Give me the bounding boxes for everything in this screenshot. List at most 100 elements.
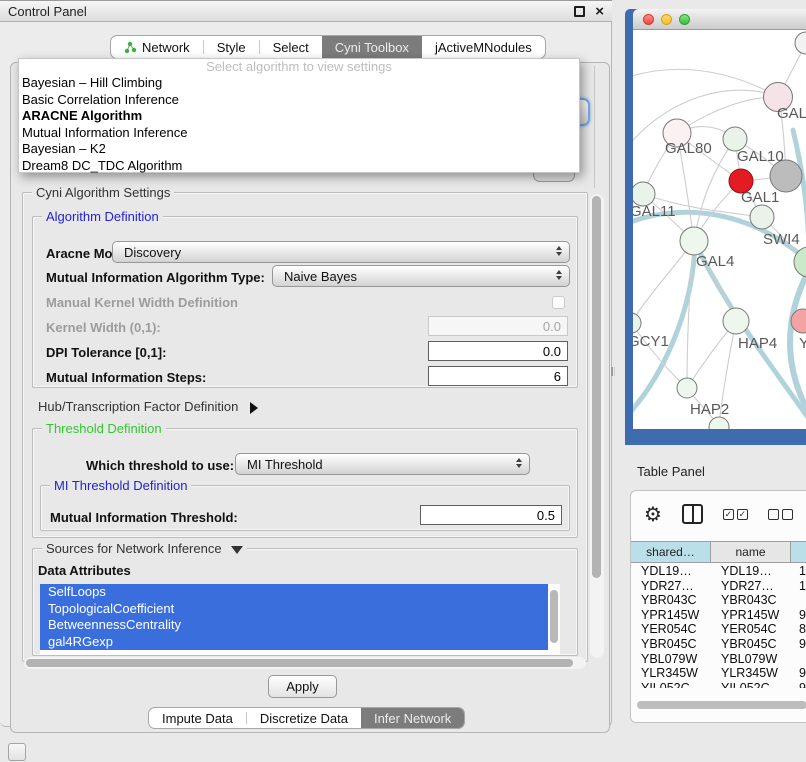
dropdown-item-mutual-information[interactable]: Mutual Information Inference <box>19 125 579 142</box>
cell-name: YLR345W <box>711 666 791 681</box>
list-item-topologicalcoefficient[interactable]: TopologicalCoefficient <box>40 601 548 618</box>
tab-discretize-data-label: Discretize Data <box>260 711 348 726</box>
tab-select[interactable]: Select <box>260 36 322 58</box>
dropdown-item-dream8[interactable]: Dream8 DC_TDC Algorithm <box>19 158 579 175</box>
float-window-icon[interactable] <box>574 6 585 17</box>
network-window-titlebar[interactable] <box>633 9 806 30</box>
hub-section-label: Hub/Transcription Factor Definition <box>38 399 238 414</box>
node-gal4[interactable] <box>680 227 708 255</box>
cell-value: 13 <box>791 564 806 579</box>
apply-button[interactable]: Apply <box>268 675 337 698</box>
attributes-list-scrollbar[interactable] <box>548 584 560 655</box>
hub-section-toggle[interactable]: Hub/Transcription Factor Definition <box>38 399 258 414</box>
table-row[interactable]: YLR345W YLR345W 9. <box>631 666 806 681</box>
node-label-gal11: GAL11 <box>633 203 676 220</box>
panel-divider-grip[interactable] <box>611 367 615 376</box>
table-row[interactable]: YPR145W YPR145W 9. <box>631 608 806 623</box>
cell-shared: YBL079W <box>631 652 711 667</box>
tab-infer-network-label: Infer Network <box>374 711 451 726</box>
table-row[interactable]: YER054C YER054C 8. <box>631 622 806 637</box>
network-icon <box>124 41 137 54</box>
close-traffic-light-icon[interactable] <box>643 14 654 25</box>
network-canvas[interactable]: GAL2 GAL80 GAL10 GAL1 GAL11 SWI4 GAL4 GC… <box>633 30 806 429</box>
minimized-panel-icon[interactable] <box>8 743 26 761</box>
tab-style-label: Style <box>217 40 246 55</box>
tab-infer-network[interactable]: Infer Network <box>361 708 464 728</box>
table-row[interactable]: YIL052C YIL052C 9 <box>631 681 806 688</box>
network-graph: GAL2 GAL80 GAL10 GAL1 GAL11 SWI4 GAL4 GC… <box>633 30 806 429</box>
minimize-traffic-light-icon[interactable] <box>661 14 672 25</box>
node-label-gal2: GAL2 <box>777 105 806 122</box>
dpi-tolerance-input[interactable] <box>428 341 568 361</box>
manual-kernel-checkbox[interactable] <box>552 296 565 309</box>
control-panel-titlebar: Control Panel × <box>0 0 612 22</box>
table-row[interactable]: YBR045C YBR045C 9. <box>631 637 806 652</box>
window-controls: × <box>574 6 604 17</box>
which-threshold-select[interactable]: MI Threshold <box>235 453 530 475</box>
table-horizontal-scrollbar-thumb[interactable] <box>637 701 806 709</box>
kernel-width-input[interactable] <box>428 316 568 336</box>
cell-name: YBL079W <box>711 652 791 667</box>
node-unlabeled-top[interactable] <box>795 32 806 54</box>
table-panel: ⚙ ✓✓ shared… name A YDL19… YDL19… 13 YDR… <box>630 490 806 723</box>
settings-horizontal-scrollbar-thumb[interactable] <box>26 659 573 667</box>
dropdown-item-basic-correlation[interactable]: Basic Correlation Inference <box>19 92 579 109</box>
aracne-mode-select[interactable]: Discovery <box>112 241 570 263</box>
tab-discretize-data[interactable]: Discretize Data <box>247 708 361 728</box>
sources-group-title[interactable]: Sources for Network Inference <box>42 541 247 556</box>
list-item-gal4rgexp[interactable]: gal4RGexp <box>40 634 548 651</box>
dropdown-item-bayesian-hill-climbing[interactable]: Bayesian – Hill Climbing <box>19 75 579 92</box>
list-item-selfloops[interactable]: SelfLoops <box>40 584 548 601</box>
panel-inner-border <box>594 66 595 188</box>
node-unlabeled-bottom[interactable] <box>709 417 729 429</box>
table-row[interactable]: YBL079W YBL079W <box>631 652 806 667</box>
mi-type-select[interactable]: Naive Bayes <box>272 265 570 287</box>
close-icon[interactable]: × <box>595 6 604 17</box>
table-row[interactable]: YDR27… YDR27… 12 <box>631 579 806 594</box>
node-swi4[interactable] <box>750 205 774 229</box>
tab-jactivemnodules[interactable]: jActiveMNodules <box>422 36 545 58</box>
apply-button-label: Apply <box>286 679 319 694</box>
column-layout-icon[interactable] <box>682 504 703 524</box>
mi-type-value: Naive Bayes <box>284 269 357 284</box>
dropdown-item-bayesian-k2[interactable]: Bayesian – K2 <box>19 141 579 158</box>
table-row[interactable]: YDL19… YDL19… 13 <box>631 564 806 579</box>
table-horizontal-scrollbar[interactable] <box>635 699 806 710</box>
column-header-shared-name[interactable]: shared… <box>631 542 711 562</box>
node-label-gal10: GAL10 <box>737 148 784 165</box>
select-all-columns-icon[interactable]: ✓✓ <box>723 509 748 520</box>
tab-cyni-toolbox[interactable]: Cyni Toolbox <box>322 36 422 58</box>
cell-value: 9. <box>791 637 806 652</box>
dpi-tolerance-label: DPI Tolerance [0,1]: <box>46 345 166 360</box>
dropdown-item-aracne[interactable]: ARACNE Algorithm <box>19 108 579 125</box>
tab-impute-data[interactable]: Impute Data <box>149 708 246 728</box>
column-header-name[interactable]: name <box>711 542 791 562</box>
cell-name: YDL19… <box>711 564 791 579</box>
list-item-betweennesscentrality[interactable]: BetweennessCentrality <box>40 617 548 634</box>
cell-name: YBR045C <box>711 637 791 652</box>
node-hap4[interactable] <box>723 308 749 334</box>
node-hap2[interactable] <box>677 378 697 398</box>
node-label-gal1: GAL1 <box>741 189 779 206</box>
deselect-all-columns-icon[interactable] <box>768 509 793 520</box>
cell-name: YIL052C <box>711 681 791 688</box>
settings-vertical-scrollbar-thumb[interactable] <box>592 196 601 578</box>
mi-threshold-label: Mutual Information Threshold: <box>50 510 238 525</box>
gear-icon[interactable]: ⚙ <box>644 504 662 524</box>
table-row[interactable]: YBR043C YBR043C <box>631 593 806 608</box>
tab-network[interactable]: Network <box>111 36 203 58</box>
zoom-traffic-light-icon[interactable] <box>679 14 690 25</box>
collapse-down-icon <box>231 546 243 554</box>
cell-value: 8. <box>791 622 806 637</box>
tab-impute-data-label: Impute Data <box>162 711 233 726</box>
table-body: YDL19… YDL19… 13 YDR27… YDR27… 12 YBR043… <box>631 564 806 688</box>
tab-style[interactable]: Style <box>204 36 259 58</box>
mi-steps-input[interactable] <box>428 366 568 386</box>
network-view-window: GAL2 GAL80 GAL10 GAL1 GAL11 SWI4 GAL4 GC… <box>633 9 806 429</box>
node-gcy1[interactable] <box>633 313 641 333</box>
table-toolbar: ⚙ ✓✓ <box>631 491 806 537</box>
column-header-partial[interactable]: A <box>791 542 806 562</box>
tab-network-label: Network <box>142 40 190 55</box>
threshold-definition-title: Threshold Definition <box>42 421 166 436</box>
mi-threshold-input[interactable] <box>420 505 562 525</box>
